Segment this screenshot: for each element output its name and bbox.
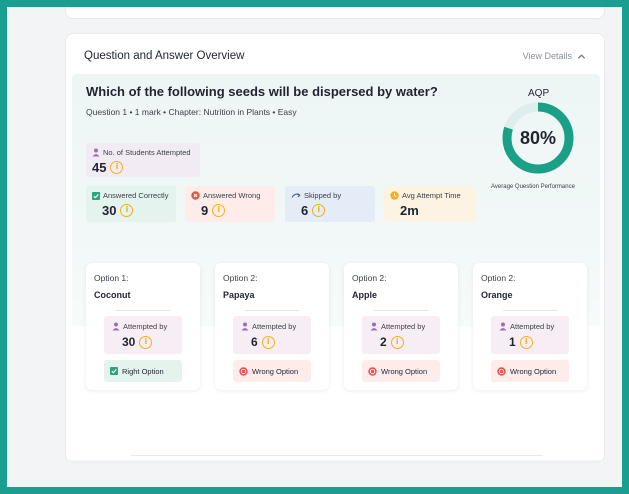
x-circle-icon — [368, 366, 377, 376]
qa-overview-panel: Question and Answer Overview View Detail… — [65, 33, 605, 463]
attempted-label: Attempted by — [123, 322, 168, 331]
info-icon[interactable]: i — [120, 204, 134, 217]
attempted-label: Attempted by — [510, 322, 555, 331]
option-name: Apple — [352, 290, 378, 300]
option-name: Orange — [481, 290, 513, 300]
app-frame: Question and Answer Overview View Detail… — [7, 7, 622, 487]
question-meta: Question 1 • 1 mark • Chapter: Nutrition… — [86, 107, 297, 117]
option-attempted: Attempted by 2 i — [362, 316, 440, 354]
aqp-value: 80% — [519, 127, 557, 148]
option-number: Option 1: — [94, 273, 129, 283]
stat-answered-wrong: Answered Wrong 9 i — [185, 186, 275, 222]
attempted-value: 30 — [122, 335, 136, 349]
option-status-label: Wrong Option — [510, 366, 557, 376]
option-number: Option 2: — [223, 273, 258, 283]
option-status: Wrong Option — [233, 360, 311, 382]
chevron-up-icon — [577, 53, 586, 59]
option-status: Right Option — [104, 360, 182, 382]
stat-value: 6 — [301, 203, 309, 218]
option-card: Option 2: Orange Attempted by 1 i Wrong Optio… — [473, 263, 587, 390]
divider — [374, 310, 428, 311]
panel-bottom-strip — [66, 460, 604, 462]
option-card: Option 2: Papaya Attempted by 6 i Wrong Optio… — [215, 263, 329, 390]
person-icon — [112, 322, 120, 331]
option-card: Option 2: Apple Attempted by 2 i Wrong Option — [344, 263, 458, 390]
question-text: Which of the following seeds will be dis… — [86, 84, 438, 99]
clock-icon — [390, 191, 399, 200]
panel-header: Question and Answer Overview View Detail… — [66, 34, 604, 72]
stat-value: 30 — [102, 203, 117, 218]
attempted-value: 6 — [251, 335, 258, 349]
divider — [116, 310, 170, 311]
info-icon[interactable]: i — [110, 161, 124, 174]
panel-title: Question and Answer Overview — [84, 50, 245, 62]
stat-answered-correctly: Answered Correctly 30 i — [86, 186, 176, 222]
person-icon — [241, 322, 249, 331]
stat-students-attempted: No. of Students Attempted 45 i — [86, 143, 200, 177]
stat-label: No. of Students Attempted — [103, 148, 191, 157]
divider — [503, 310, 557, 311]
option-attempted: Attempted by 1 i — [491, 316, 569, 354]
attempted-label: Attempted by — [381, 322, 426, 331]
stat-label: Answered Wrong — [203, 191, 261, 200]
option-name: Coconut — [94, 290, 131, 300]
check-icon — [92, 191, 100, 200]
option-name: Papaya — [223, 290, 255, 300]
stat-label: Answered Correctly — [103, 191, 169, 200]
option-number: Option 2: — [352, 273, 387, 283]
aqp-caption: Average Question Performance — [491, 184, 575, 190]
stat-value: 45 — [92, 160, 107, 175]
x-circle-icon — [497, 366, 506, 376]
person-icon — [499, 322, 507, 331]
stat-label: Avg Attempt Time — [402, 191, 461, 200]
info-icon[interactable]: i — [261, 335, 275, 349]
option-attempted: Attempted by 6 i — [233, 316, 311, 354]
option-status: Wrong Option — [362, 360, 440, 382]
attempted-value: 2 — [380, 335, 387, 349]
info-icon[interactable]: i — [390, 335, 404, 349]
divider — [131, 455, 543, 456]
option-status-label: Right Option — [122, 366, 164, 376]
info-icon[interactable]: i — [139, 335, 153, 349]
divider — [245, 310, 299, 311]
info-icon[interactable]: i — [312, 204, 326, 217]
option-status: Wrong Option — [491, 360, 569, 382]
stat-skipped: Skipped by 6 i — [285, 186, 375, 222]
info-icon[interactable]: i — [212, 204, 226, 217]
attempted-label: Attempted by — [252, 322, 297, 331]
stat-avg-attempt-time: Avg Attempt Time 2m — [384, 186, 476, 222]
person-icon — [92, 148, 100, 157]
option-number: Option 2: — [481, 273, 516, 283]
stat-value: 2m — [400, 203, 419, 218]
option-status-label: Wrong Option — [252, 366, 299, 376]
stat-value: 9 — [201, 203, 209, 218]
view-details-toggle[interactable]: View Details — [523, 51, 586, 61]
previous-card — [65, 7, 605, 19]
skip-arrow-icon — [291, 193, 301, 198]
view-details-label: View Details — [522, 51, 572, 61]
option-status-label: Wrong Option — [381, 366, 428, 376]
x-circle-icon — [239, 366, 248, 376]
info-icon[interactable]: i — [519, 335, 533, 349]
attempted-value: 1 — [509, 335, 516, 349]
option-attempted: Attempted by 30 i — [104, 316, 182, 354]
aqp-title: AQP — [528, 88, 550, 99]
stat-label: Skipped by — [304, 191, 342, 200]
option-card: Option 1: Coconut Attempted by 30 i Right Opt… — [86, 263, 200, 390]
check-icon — [110, 367, 118, 375]
person-icon — [370, 322, 378, 331]
x-circle-icon — [191, 191, 200, 200]
